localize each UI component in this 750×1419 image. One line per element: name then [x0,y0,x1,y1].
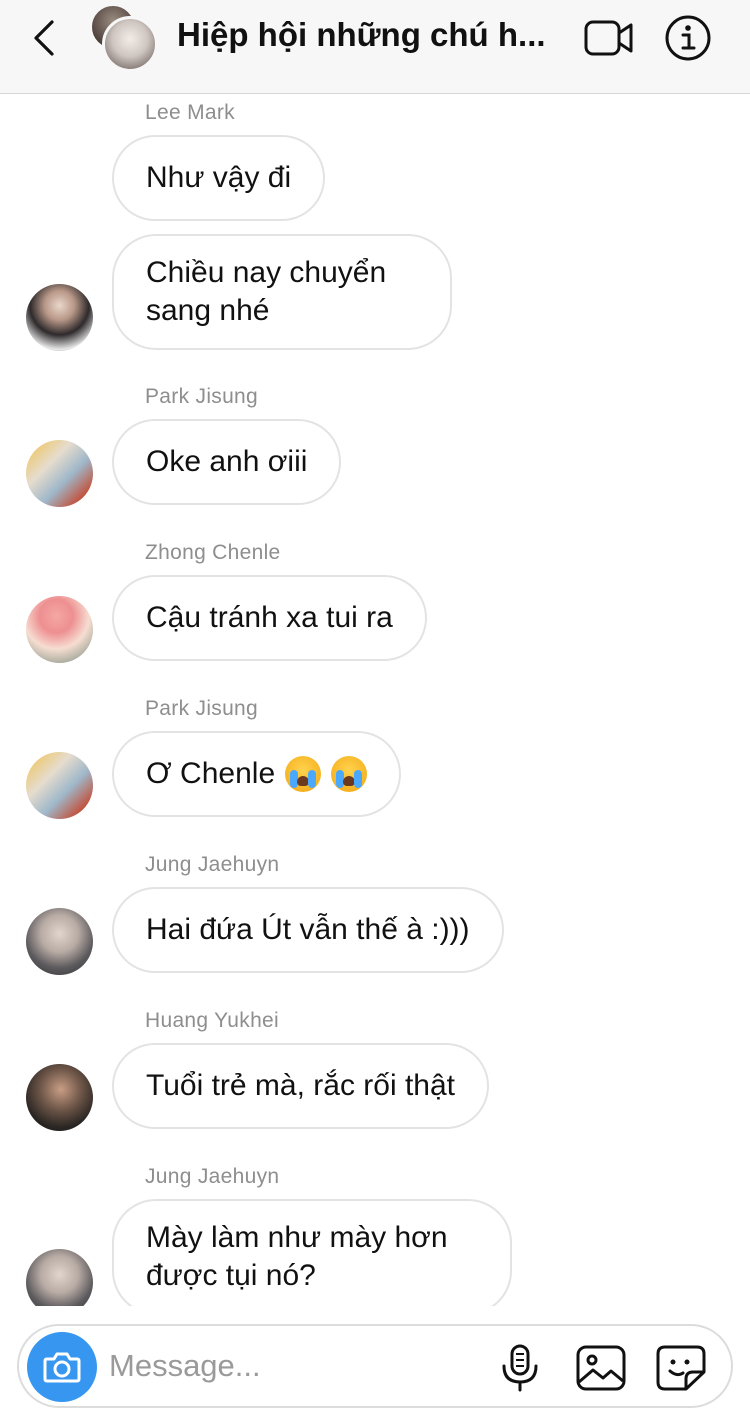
chat-title[interactable]: Hiệp hội những chú h... [177,16,567,54]
info-button[interactable] [664,14,712,62]
camera-icon [43,1352,81,1383]
microphone-icon [502,1344,538,1392]
sender-name: Park Jisung [145,697,259,720]
avatar[interactable] [26,1249,93,1306]
group-avatar[interactable] [90,4,160,72]
message-thread[interactable]: Lee Mark Như vậy đi Chiều nay chuyển san… [0,95,750,1306]
message-text: Chiều nay chuyển sang nhé [146,256,387,327]
message-bubble[interactable]: Oke anh ơiii [112,419,342,505]
message-bubble[interactable]: Cậu tránh xa tui ra [112,575,427,661]
avatar[interactable] [26,440,93,507]
sender-name: Zhong Chenle [145,541,281,564]
message-text: Như vậy đi [146,161,292,194]
chevron-left-icon [34,20,54,56]
message-bubble[interactable]: Tuổi trẻ mà, rắc rối thật [112,1043,489,1129]
sender-name: Huang Yukhei [145,1009,279,1032]
message-bubble[interactable]: Như vậy đi [112,135,326,221]
avatar[interactable] [26,752,93,819]
loudly-crying-face-emoji [331,756,368,792]
sender-name: Lee Mark [145,101,235,124]
loudly-crying-face-emoji [285,756,322,792]
video-camera-icon [584,20,633,56]
sender-name: Park Jisung [145,385,259,408]
message-text: Cậu tránh xa tui ra [146,601,393,634]
back-button[interactable] [28,18,64,58]
message-text: Mày làm như mày hơn được tụi nó? [146,1221,448,1292]
info-icon [665,15,711,61]
chat-header: Hiệp hội những chú h... [0,0,750,94]
message-composer [17,1324,733,1408]
sticker-button[interactable] [655,1344,707,1392]
gallery-button[interactable] [575,1344,627,1392]
sender-name: Jung Jaehuyn [145,1165,280,1188]
avatar[interactable] [26,284,93,351]
image-gallery-icon [576,1345,626,1391]
message-input[interactable] [109,1346,489,1386]
message-text: Tuổi trẻ mà, rắc rối thật [146,1069,455,1102]
avatar[interactable] [26,1064,93,1131]
avatar[interactable] [26,908,93,975]
message-text: Hai đứa Út vẫn thế à :))) [146,913,470,946]
sticker-icon [656,1345,706,1391]
microphone-button[interactable] [499,1344,541,1392]
camera-button[interactable] [27,1332,97,1402]
message-bubble[interactable]: Chiều nay chuyển sang nhé [112,234,452,350]
sender-name: Jung Jaehuyn [145,853,280,876]
message-text: Ơ Chenle [146,757,276,790]
group-member-avatar [102,16,158,72]
avatar[interactable] [26,596,93,663]
video-call-button[interactable] [584,18,634,58]
message-text: Oke anh ơiii [146,445,308,478]
message-bubble[interactable]: Mày làm như mày hơn được tụi nó? [112,1199,512,1306]
message-bubble[interactable]: Hai đứa Út vẫn thế à :))) [112,887,504,973]
message-bubble[interactable]: Ơ Chenle [112,731,402,817]
